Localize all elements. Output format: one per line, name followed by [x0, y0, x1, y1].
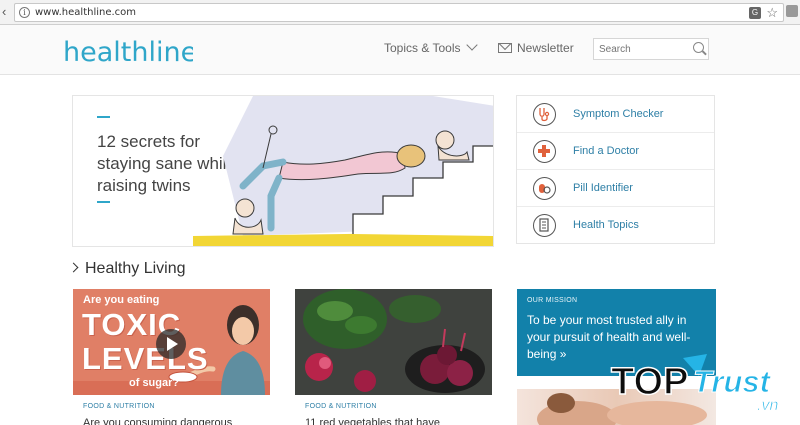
card-headline[interactable]: Are you consuming dangerous: [83, 417, 232, 425]
newsletter-label: Newsletter: [517, 41, 574, 55]
logo-mark: healthline: [63, 37, 197, 68]
illustration-baby-bottom-head: [235, 198, 255, 218]
toptrust-watermark: TOP Trust .vn: [609, 354, 799, 420]
quick-link-label: Pill Identifier: [573, 182, 633, 194]
chevron-right-icon: [68, 262, 79, 273]
vegetables-photo: [295, 289, 492, 395]
document-glyph: [539, 218, 549, 232]
chevron-down-icon: [466, 39, 479, 51]
toptrust-logo: TOP Trust .vn: [610, 354, 779, 414]
stethoscope-glyph: [539, 108, 550, 122]
translate-icon[interactable]: G: [749, 7, 761, 19]
article-card-red-vegetables[interactable]: FOOD & NUTRITION 11 red vegetables that …: [295, 289, 492, 425]
info-icon[interactable]: i: [19, 7, 30, 18]
hero-illustration: [193, 96, 493, 246]
quick-link-health-topics[interactable]: Health Topics: [517, 207, 714, 244]
envelope-icon: [498, 43, 512, 53]
extension-icon[interactable]: [786, 5, 798, 17]
card-category[interactable]: FOOD & NUTRITION: [83, 403, 155, 410]
card-headline[interactable]: 11 red vegetables that have: [305, 417, 440, 425]
play-video-button[interactable]: [156, 329, 186, 359]
hero-accent-dash-bottom: [97, 201, 110, 203]
search-box: [593, 38, 709, 60]
logo-wordmark: healthline: [63, 37, 193, 68]
watermark-trust: Trust: [693, 364, 772, 399]
quick-link-find-doctor[interactable]: Find a Doctor: [517, 133, 714, 170]
cross-glyph: [538, 145, 550, 157]
card-category[interactable]: FOOD & NUTRITION: [305, 403, 377, 410]
address-bar[interactable]: i www.healthline.com G ☆: [14, 3, 784, 22]
hero-accent-dash-top: [97, 116, 110, 118]
section-heading-healthy-living[interactable]: Healthy Living: [68, 260, 186, 278]
stethoscope-icon: [533, 103, 556, 126]
medical-cross-icon: [533, 140, 556, 163]
article-card-toxic-sugar[interactable]: Are you eating TOXIC LEVELS of sugar? FO…: [73, 289, 270, 425]
levels-word: LEVELS: [82, 341, 209, 376]
quick-link-label: Find a Doctor: [573, 145, 640, 157]
topics-tools-menu[interactable]: Topics & Tools: [384, 39, 479, 55]
quick-link-pill-identifier[interactable]: Pill Identifier: [517, 170, 714, 207]
quick-link-label: Symptom Checker: [573, 108, 664, 120]
site-header: healthline Topics & Tools Newsletter: [0, 25, 800, 75]
quick-link-label: Health Topics: [573, 219, 639, 231]
section-title-text: Healthy Living: [85, 260, 186, 277]
toxic-question-text: Are you eating: [83, 294, 160, 306]
sugar-text: of sugar?: [129, 377, 180, 389]
url-text: www.healthline.com: [35, 7, 137, 18]
article-image-toxic-sugar: Are you eating TOXIC LEVELS of sugar?: [73, 289, 270, 395]
browser-toolbar: ‹ i www.healthline.com G ☆: [0, 0, 800, 25]
topics-tools-label: Topics & Tools: [384, 41, 461, 55]
search-input[interactable]: [599, 44, 689, 55]
watermark-domain: .vn: [757, 397, 778, 414]
pill-icon: [533, 177, 556, 200]
article-image-red-vegetables: [295, 289, 492, 395]
mission-tag: OUR MISSION: [527, 297, 578, 304]
quick-links-panel: Symptom Checker Find a Doctor Pill Ident…: [516, 95, 715, 244]
watermark-top: TOP: [611, 361, 688, 403]
newsletter-link[interactable]: Newsletter: [498, 41, 574, 55]
illustration-parent-head: [396, 144, 426, 168]
pill-glyph: [539, 184, 551, 194]
back-arrow-icon[interactable]: ‹: [2, 5, 12, 19]
search-icon[interactable]: [693, 42, 704, 53]
play-icon: [167, 337, 178, 351]
quick-link-symptom-checker[interactable]: Symptom Checker: [517, 96, 714, 133]
healthline-logo[interactable]: healthline: [63, 28, 197, 70]
document-icon: [533, 214, 556, 237]
hero-feature[interactable]: 12 secrets for staying sane while raisin…: [72, 95, 494, 247]
bookmark-star-icon[interactable]: ☆: [766, 5, 778, 21]
